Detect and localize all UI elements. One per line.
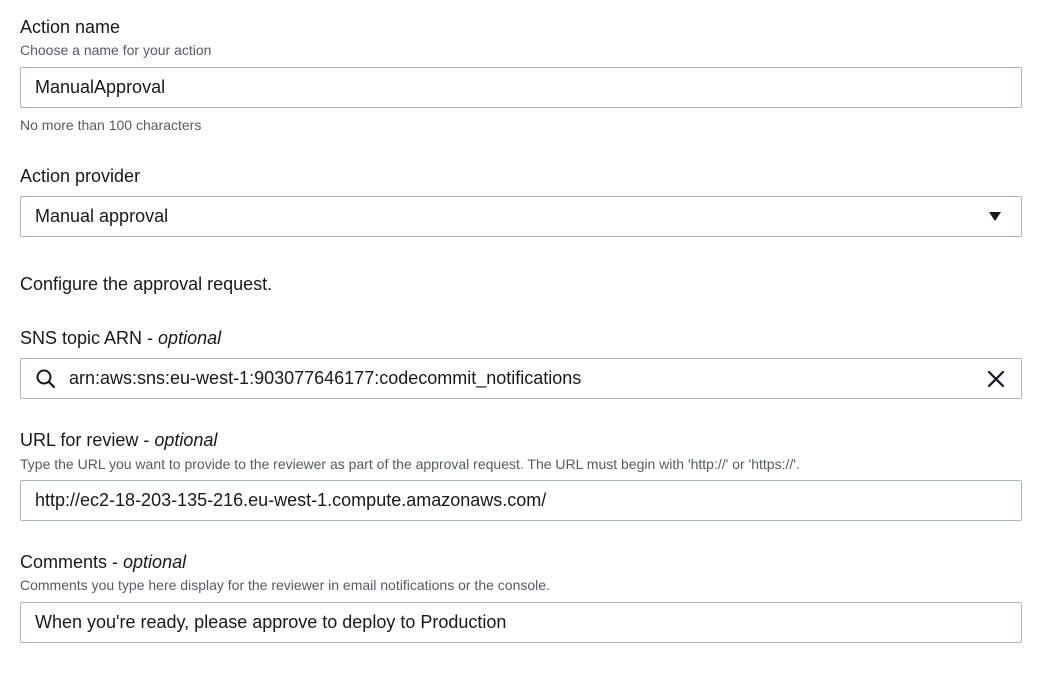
url-review-optional: optional [154, 430, 218, 450]
comments-description: Comments you type here display for the r… [20, 577, 550, 593]
configure-heading: Configure the approval request. [20, 274, 273, 294]
caret-down-icon [989, 212, 1001, 221]
action-provider-selected: Manual approval [35, 206, 169, 226]
action-provider-select[interactable]: Manual approval [20, 196, 1022, 237]
comments-label: Comments - optional [20, 551, 186, 573]
action-name-constraint: No more than 100 characters [20, 117, 202, 133]
close-icon[interactable] [985, 368, 1007, 390]
comments-label-text: Comments - [20, 552, 124, 572]
url-review-value: http://ec2-18-203-135-216.eu-west-1.comp… [35, 490, 547, 510]
action-name-value: ManualApproval [35, 77, 166, 97]
sns-topic-input[interactable]: arn:aws:sns:eu-west-1:903077646177:codec… [20, 358, 1022, 399]
url-review-label-text: URL for review - [20, 430, 155, 450]
action-name-input[interactable]: ManualApproval [20, 67, 1022, 108]
sns-topic-label: SNS topic ARN - optional [20, 327, 221, 349]
action-provider-label: Action provider [20, 166, 141, 186]
url-review-input[interactable]: http://ec2-18-203-135-216.eu-west-1.comp… [20, 480, 1022, 521]
url-review-label: URL for review - optional [20, 429, 217, 451]
search-icon [35, 368, 57, 390]
sns-topic-value: arn:aws:sns:eu-west-1:903077646177:codec… [69, 368, 582, 388]
sns-topic-optional: optional [158, 328, 222, 348]
action-name-description: Choose a name for your action [20, 42, 212, 58]
comments-input[interactable]: When you're ready, please approve to dep… [20, 602, 1022, 643]
action-name-label: Action name [20, 17, 121, 37]
comments-value: When you're ready, please approve to dep… [35, 612, 507, 632]
url-review-description: Type the URL you want to provide to the … [20, 456, 800, 472]
sns-topic-label-text: SNS topic ARN - [20, 328, 159, 348]
comments-optional: optional [123, 552, 187, 572]
